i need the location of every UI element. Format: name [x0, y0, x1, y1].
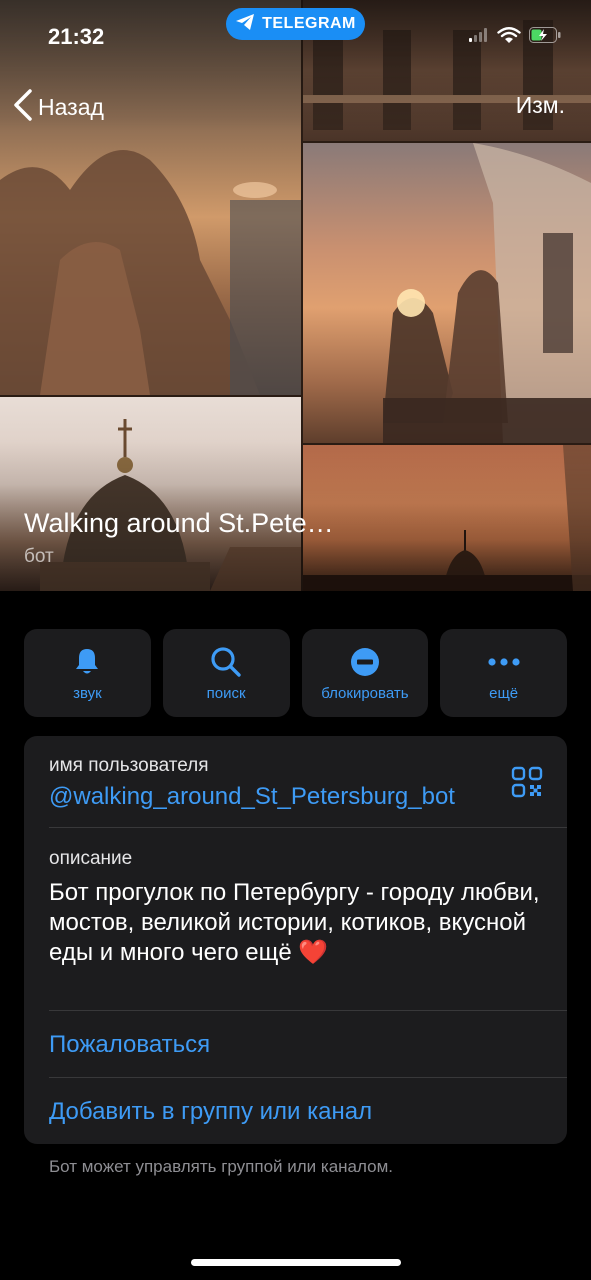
username-row[interactable]: имя пользователя @walking_around_St_Pete… [49, 755, 567, 811]
more-button[interactable]: ещё [440, 629, 567, 717]
action-buttons: звук поиск блокировать ещё [24, 629, 567, 717]
description-text: Бот прогулок по Петербургу - городу любв… [49, 878, 554, 968]
info-card: имя пользователя @walking_around_St_Pete… [24, 736, 567, 1144]
qr-code-icon[interactable] [511, 766, 543, 803]
description-row: описание Бот прогулок по Петербургу - го… [49, 848, 567, 968]
block-label: блокировать [321, 684, 409, 702]
back-label: Назад [38, 94, 104, 120]
wifi-icon [497, 26, 521, 49]
divider [49, 1010, 567, 1011]
profile-name: Walking around St.Pete… [24, 508, 334, 538]
photo-statues-river [0, 0, 301, 395]
home-indicator[interactable] [191, 1259, 401, 1266]
bell-icon [73, 645, 101, 679]
report-button[interactable]: Пожаловаться [49, 1031, 567, 1059]
edit-button[interactable]: Изм. [516, 92, 565, 119]
mute-label: звук [73, 684, 102, 702]
telegram-return-pill[interactable]: TELEGRAM [226, 8, 365, 40]
username-label: имя пользователя [49, 755, 209, 776]
status-icons [469, 26, 561, 49]
description-body: Бот прогулок по Петербургу - городу любв… [49, 879, 540, 966]
search-label: поиск [206, 684, 246, 702]
status-time: 21:32 [48, 24, 105, 49]
cellular-signal-icon [469, 28, 489, 47]
mute-button[interactable]: звук [24, 629, 151, 717]
block-icon [350, 645, 380, 679]
divider [49, 1077, 567, 1078]
description-label: описание [49, 848, 133, 869]
more-label: ещё [489, 684, 519, 702]
back-button[interactable]: Назад [12, 88, 104, 127]
photo-sunset-skyline [303, 445, 591, 591]
add-to-group-button[interactable]: Добавить в группу или канал [49, 1098, 567, 1126]
battery-charging-icon [529, 27, 561, 48]
telegram-pill-label: TELEGRAM [262, 15, 356, 32]
profile-subtitle: бот [24, 546, 54, 567]
divider [49, 827, 567, 828]
block-button[interactable]: блокировать [301, 629, 429, 717]
heart-emoji: ❤️ [298, 939, 329, 966]
username-link[interactable]: @walking_around_St_Petersburg_bot [49, 783, 567, 811]
bot-permissions-note: Бот может управлять группой или каналом. [49, 1157, 393, 1176]
search-button[interactable]: поиск [162, 629, 290, 717]
more-icon [487, 645, 521, 679]
search-icon [210, 645, 242, 679]
photo-angel-sunset [303, 143, 591, 443]
chevron-left-icon [12, 88, 34, 127]
telegram-plane-icon [235, 13, 255, 36]
